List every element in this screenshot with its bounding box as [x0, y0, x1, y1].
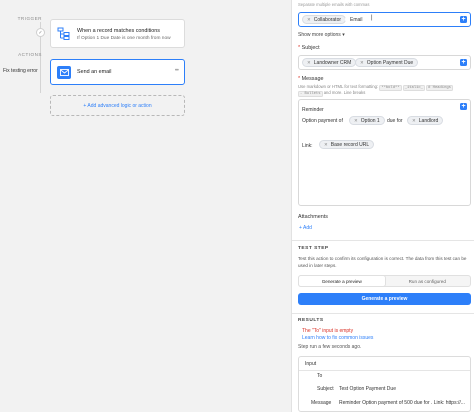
message-token-url[interactable]: ✕ Base record URL [319, 140, 375, 149]
subject-label: * Subject [298, 45, 320, 51]
divider [299, 370, 470, 371]
token-label: Option Payment Due [366, 59, 414, 66]
close-icon[interactable]: ✕ [354, 118, 358, 124]
action-title: Send an email [77, 69, 112, 75]
message-field[interactable]: + Reminder Option payment of ✕ Option 1 … [298, 99, 471, 206]
actions-section-label: ACTIONS [18, 52, 42, 57]
token-label: Email [350, 16, 363, 23]
send-email-action-card[interactable]: Send an email ••• [50, 59, 185, 85]
message-line-3-prefix: Link: [302, 143, 313, 149]
markdown-hint-text: and more. Line breaks [323, 90, 366, 95]
show-more-options-link[interactable]: Show more options ▾ [298, 32, 345, 38]
subject-label-text: Subject [301, 45, 320, 51]
help-link[interactable]: Learn how to fix common issues [302, 335, 373, 341]
message-line-2-prefix: Option payment of [302, 118, 343, 124]
test-step-description: Test this action to confirm its configur… [298, 256, 467, 268]
insert-field-button[interactable]: + [460, 16, 467, 23]
format-tag: **bold** [379, 85, 402, 91]
tab-generate-preview[interactable]: Generate a preview [299, 276, 385, 286]
result-value-subject: Test Option Payment Due [339, 386, 396, 392]
token-label: Collaborator [313, 16, 342, 23]
add-advanced-logic-button[interactable]: + Add advanced logic or action [50, 95, 185, 116]
test-mode-tabs: Generate a preview Run as configured [298, 275, 471, 287]
result-key-to: To [317, 373, 323, 379]
token-label: Option 1 [360, 117, 380, 124]
chevron-down-icon: ▾ [342, 32, 345, 38]
test-step-heading: TEST STEP [298, 246, 329, 251]
message-token-landlord[interactable]: ✕ Landlord [407, 116, 444, 125]
email-envelope-icon [57, 66, 71, 79]
results-heading: RESULTS [298, 318, 324, 323]
to-field-hint: Separate multiple emails with commas [298, 2, 370, 7]
required-mark: * [298, 76, 301, 82]
to-field[interactable]: ✕ Collaborator Email | + [298, 12, 471, 27]
divider [292, 313, 474, 314]
subject-field[interactable]: ✕ Landowner CRM ✕ Option Payment Due + [298, 55, 471, 70]
text-cursor: | [371, 15, 373, 21]
format-tag: _italic_ [402, 85, 425, 91]
fix-testing-error-label: Fix testing error [3, 68, 38, 74]
insert-field-button[interactable]: + [460, 59, 467, 66]
workflow-canvas: TRIGGER ✓ ACTIONS When a record matches … [0, 0, 291, 412]
message-line-2-mid: due for [387, 118, 403, 124]
show-more-label: Show more options [298, 32, 341, 38]
message-token-option1[interactable]: ✕ Option 1 [349, 116, 385, 125]
trigger-card[interactable]: When a record matches conditions If Opti… [50, 19, 185, 48]
close-icon[interactable]: ✕ [360, 60, 364, 66]
markdown-hint-line2: - Bullets and more. Line breaks [298, 90, 365, 97]
subject-token-base[interactable]: ✕ Landowner CRM [302, 58, 357, 67]
input-label: Input [305, 361, 317, 367]
result-value-message: Reminder Option payment of 500 due for .… [339, 400, 465, 406]
trigger-section-label: TRIGGER [17, 16, 42, 21]
generate-preview-button[interactable]: Generate a preview [298, 293, 471, 305]
result-key-subject: Subject [317, 386, 334, 392]
format-tag: - Bullets [298, 91, 323, 97]
run-info: Step run a few seconds ago. [298, 344, 362, 350]
add-attachment-button[interactable]: + Add [299, 225, 312, 231]
result-key-message: Message [311, 400, 332, 406]
token-label: Landlord [418, 117, 439, 124]
to-token-email[interactable]: Email [345, 15, 368, 24]
connector-line [40, 37, 41, 93]
message-label: * Message [298, 76, 323, 82]
message-label-text: Message [301, 76, 324, 82]
required-mark: * [298, 45, 301, 51]
token-label: Landowner CRM [313, 59, 352, 66]
error-message: The "To" input is empty [302, 328, 354, 334]
more-options-icon[interactable]: ••• [175, 68, 179, 74]
close-icon[interactable]: ✕ [307, 17, 311, 23]
tab-run-as-configured[interactable]: Run as configured [385, 276, 471, 286]
markdown-hint-text: Use markdown or HTML for text formatting… [298, 84, 379, 89]
close-icon[interactable]: ✕ [412, 118, 416, 124]
automation-editor: TRIGGER ✓ ACTIONS When a record matches … [0, 0, 474, 412]
input-result-box: Input To Subject Test Option Payment Due… [298, 356, 471, 412]
check-icon: ✓ [36, 28, 45, 37]
action-config-panel: Separate multiple emails with commas ✕ C… [291, 0, 474, 412]
divider [292, 240, 474, 241]
token-label: Base record URL [330, 141, 370, 148]
close-icon[interactable]: ✕ [307, 60, 311, 66]
trigger-condition-text: If Option 1 Due Date is one month from n… [77, 36, 171, 41]
subject-token-field[interactable]: ✕ Option Payment Due [355, 58, 419, 67]
trigger-title: When a record matches conditions [77, 28, 160, 34]
insert-field-button[interactable]: + [460, 103, 467, 110]
close-icon[interactable]: ✕ [324, 142, 328, 148]
attachments-label: Attachments [298, 214, 328, 220]
format-tag: # Headings [426, 85, 453, 91]
to-token-collaborator[interactable]: ✕ Collaborator [302, 15, 347, 24]
message-line-1: Reminder [302, 107, 324, 113]
record-conditions-icon [57, 27, 70, 40]
